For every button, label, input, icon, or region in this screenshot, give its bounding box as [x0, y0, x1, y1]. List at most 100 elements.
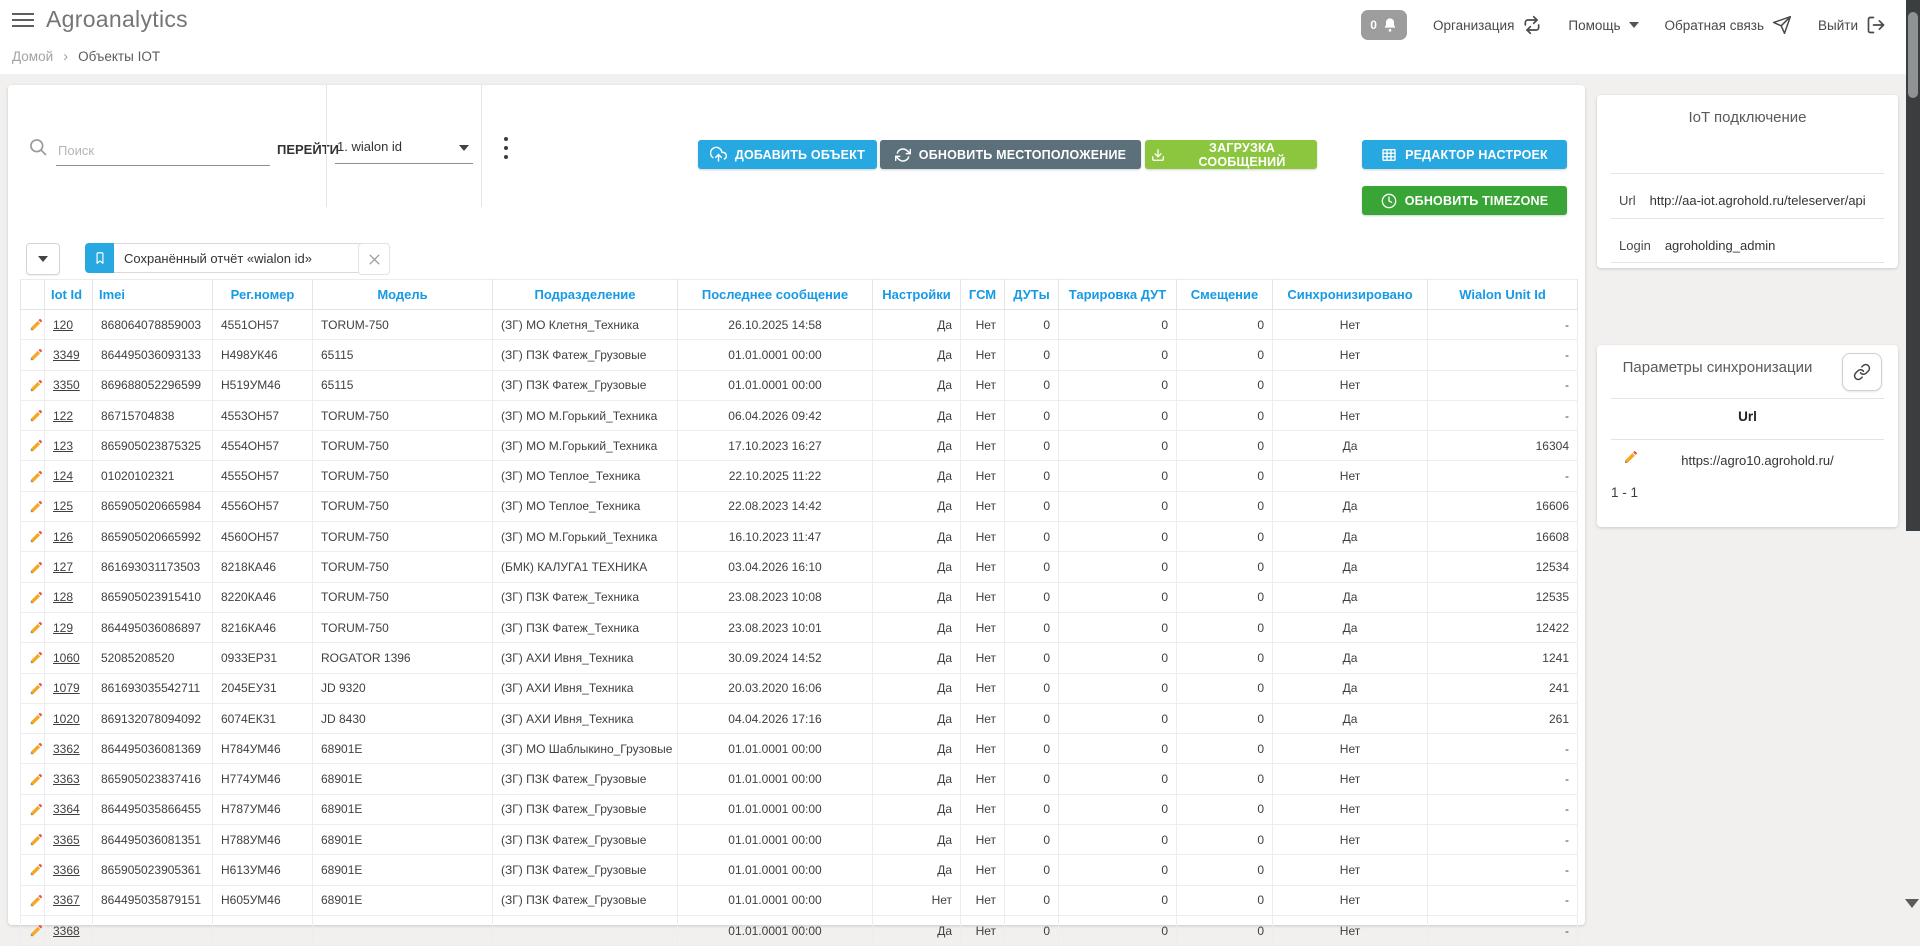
scroll-down-arrow-icon[interactable]	[1905, 899, 1919, 908]
edit-pencil-icon[interactable]	[29, 620, 44, 635]
edit-row-button[interactable]	[21, 522, 45, 552]
column-header-iot-id[interactable]: Iot Id	[45, 280, 93, 310]
edit-pencil-icon[interactable]	[29, 802, 44, 817]
edit-pencil-icon[interactable]	[29, 529, 44, 544]
iot-id-cell[interactable]: 3363	[45, 764, 93, 794]
edit-row-button[interactable]	[21, 461, 45, 491]
last-message-cell[interactable]: 06.04.2026 09:42	[678, 400, 873, 430]
last-message-cell[interactable]: 01.01.0001 00:00	[678, 764, 873, 794]
edit-pencil-icon[interactable]	[29, 408, 44, 423]
edit-pencil-icon[interactable]	[29, 832, 44, 847]
edit-row-button[interactable]	[21, 370, 45, 400]
iot-id-cell[interactable]: 122	[45, 400, 93, 430]
column-header-reg-number[interactable]: Рег.номер	[213, 280, 313, 310]
last-message-cell[interactable]: 03.04.2026 16:10	[678, 552, 873, 582]
edit-row-button[interactable]	[21, 855, 45, 885]
last-message-cell[interactable]: 16.10.2023 11:47	[678, 522, 873, 552]
iot-id-cell[interactable]: 3365	[45, 825, 93, 855]
settings-editor-button[interactable]: РЕДАКТОР НАСТРОЕК	[1362, 140, 1567, 169]
edit-row-button[interactable]	[21, 310, 45, 340]
edit-pencil-icon[interactable]	[29, 862, 44, 877]
last-message-cell[interactable]: 17.10.2023 16:27	[678, 431, 873, 461]
scrollbar-thumb[interactable]	[1908, 12, 1918, 98]
column-header-synced[interactable]: Синхронизировано	[1273, 280, 1428, 310]
edit-row-button[interactable]	[21, 612, 45, 642]
feedback-button[interactable]: Обратная связь	[1665, 15, 1792, 35]
column-header-unit[interactable]: Подразделение	[493, 280, 678, 310]
edit-pencil-icon[interactable]	[29, 772, 44, 787]
edit-pencil-icon[interactable]	[29, 893, 44, 908]
iot-id-cell[interactable]: 3366	[45, 855, 93, 885]
column-header-model[interactable]: Модель	[313, 280, 493, 310]
edit-pencil-icon[interactable]	[29, 378, 44, 393]
saved-report-dropdown-button[interactable]	[26, 243, 60, 275]
edit-pencil-icon[interactable]	[29, 560, 44, 575]
update-location-button[interactable]: ОБНОВИТЬ МЕСТОПОЛОЖЕНИЕ	[880, 140, 1141, 169]
edit-pencil-icon[interactable]	[29, 438, 44, 453]
edit-row-button[interactable]	[21, 552, 45, 582]
last-message-cell[interactable]: 01.01.0001 00:00	[678, 855, 873, 885]
iot-id-cell[interactable]: 120	[45, 310, 93, 340]
saved-report-chip[interactable]: Сохранённый отчёт «wialon id»	[85, 243, 372, 273]
column-header-duts[interactable]: ДУТы	[1005, 280, 1059, 310]
hamburger-menu-icon[interactable]	[12, 13, 34, 29]
last-message-cell[interactable]: 01.01.0001 00:00	[678, 794, 873, 824]
last-message-cell[interactable]: 01.01.0001 00:00	[678, 915, 873, 945]
edit-row-button[interactable]	[21, 582, 45, 612]
edit-pencil-icon[interactable]	[29, 711, 44, 726]
last-message-cell[interactable]: 01.01.0001 00:00	[678, 370, 873, 400]
edit-row-button[interactable]	[21, 340, 45, 370]
sync-link-button[interactable]	[1842, 353, 1882, 391]
column-header-offset[interactable]: Смещение	[1177, 280, 1273, 310]
edit-pencil-icon[interactable]	[29, 681, 44, 696]
edit-pencil-icon[interactable]	[29, 650, 44, 665]
iot-id-cell[interactable]: 127	[45, 552, 93, 582]
last-message-cell[interactable]: 04.04.2026 17:16	[678, 703, 873, 733]
column-header-dut-calibration[interactable]: Тарировка ДУТ	[1059, 280, 1177, 310]
column-header-imei[interactable]: Imei	[93, 280, 213, 310]
search-input[interactable]	[56, 135, 270, 166]
iot-id-cell[interactable]: 1079	[45, 673, 93, 703]
edit-row-button[interactable]	[21, 400, 45, 430]
last-message-cell[interactable]: 01.01.0001 00:00	[678, 825, 873, 855]
edit-row-button[interactable]	[21, 643, 45, 673]
iot-id-cell[interactable]: 123	[45, 431, 93, 461]
last-message-cell[interactable]: 20.03.2020 16:06	[678, 673, 873, 703]
last-message-cell[interactable]: 30.09.2024 14:52	[678, 643, 873, 673]
edit-pencil-icon[interactable]	[29, 499, 44, 514]
iot-id-cell[interactable]: 3362	[45, 734, 93, 764]
search-mode-select[interactable]: 1. wialon id	[335, 127, 473, 164]
sync-url-value[interactable]: https://agro10.agrohold.ru/	[1627, 453, 1888, 468]
edit-row-button[interactable]	[21, 794, 45, 824]
edit-row-button[interactable]	[21, 703, 45, 733]
last-message-cell[interactable]: 23.08.2023 10:08	[678, 582, 873, 612]
edit-pencil-icon[interactable]	[29, 741, 44, 756]
column-header-wialon-unit-id[interactable]: Wialon Unit Id	[1428, 280, 1578, 310]
add-object-button[interactable]: ДОБАВИТЬ ОБЪЕКТ	[698, 140, 877, 169]
update-timezone-button[interactable]: ОБНОВИТЬ TIMEZONE	[1362, 186, 1567, 215]
breadcrumb-home[interactable]: Домой	[12, 49, 53, 64]
last-message-cell[interactable]: 22.08.2023 14:42	[678, 491, 873, 521]
iot-id-cell[interactable]: 3349	[45, 340, 93, 370]
column-header-settings[interactable]: Настройки	[873, 280, 961, 310]
more-options-button[interactable]	[497, 137, 515, 171]
last-message-cell[interactable]: 23.08.2023 10:01	[678, 612, 873, 642]
iot-id-cell[interactable]: 126	[45, 522, 93, 552]
organization-menu[interactable]: Организация	[1433, 15, 1542, 35]
iot-id-cell[interactable]: 125	[45, 491, 93, 521]
go-button[interactable]: ПЕРЕЙТИ	[271, 141, 345, 158]
notifications-button[interactable]: 0	[1361, 10, 1407, 40]
edit-pencil-icon[interactable]	[29, 317, 44, 332]
last-message-cell[interactable]: 01.01.0001 00:00	[678, 734, 873, 764]
edit-row-button[interactable]	[21, 491, 45, 521]
iot-id-cell[interactable]: 3364	[45, 794, 93, 824]
logout-button[interactable]: Выйти	[1818, 15, 1886, 35]
edit-pencil-icon[interactable]	[29, 347, 44, 362]
edit-row-button[interactable]	[21, 764, 45, 794]
edit-row-button[interactable]	[21, 431, 45, 461]
edit-row-button[interactable]	[21, 915, 45, 945]
last-message-cell[interactable]: 26.10.2025 14:58	[678, 310, 873, 340]
edit-row-button[interactable]	[21, 673, 45, 703]
edit-pencil-icon[interactable]	[29, 590, 44, 605]
iot-id-cell[interactable]: 129	[45, 612, 93, 642]
